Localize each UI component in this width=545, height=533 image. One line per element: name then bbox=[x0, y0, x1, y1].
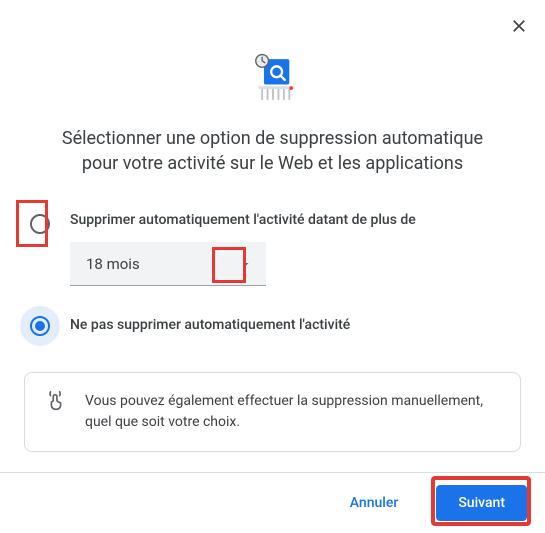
radio-no-auto-delete[interactable] bbox=[30, 316, 50, 336]
highlight-annotation bbox=[212, 247, 246, 283]
highlight-annotation bbox=[431, 476, 531, 526]
duration-value: 18 mois bbox=[86, 255, 140, 273]
close-icon bbox=[509, 16, 529, 36]
dialog-title: Sélectionner une option de suppression a… bbox=[24, 126, 521, 176]
cancel-button[interactable]: Annuler bbox=[328, 485, 421, 521]
option-no-auto-delete[interactable]: Ne pas supprimer automatiquement l'activ… bbox=[24, 314, 521, 336]
info-text: Vous pouvez également effectuer la suppr… bbox=[85, 391, 500, 433]
hero-illustration bbox=[24, 50, 521, 108]
option-auto-delete[interactable]: Supprimer automatiquement l'activité dat… bbox=[24, 212, 521, 286]
tap-icon bbox=[45, 391, 67, 417]
info-card: Vous pouvez également effectuer la suppr… bbox=[24, 372, 521, 452]
highlight-annotation bbox=[16, 200, 48, 247]
option-auto-delete-label: Supprimer automatiquement l'activité dat… bbox=[70, 212, 521, 228]
option-no-auto-delete-label: Ne pas supprimer automatiquement l'activ… bbox=[70, 317, 521, 333]
close-button[interactable] bbox=[507, 14, 531, 38]
